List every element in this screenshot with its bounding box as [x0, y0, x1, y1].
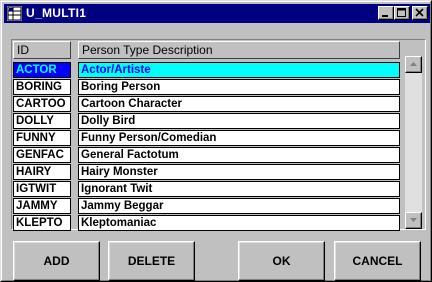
cell-id[interactable]: IGTWIT — [13, 181, 71, 197]
button-bar: ADD DELETE OK CANCEL — [4, 236, 430, 281]
cell-id[interactable]: GENFAC — [13, 147, 71, 163]
close-icon — [415, 8, 424, 17]
cell-description[interactable]: Hairy Monster — [78, 164, 400, 180]
cancel-button[interactable]: CANCEL — [334, 241, 421, 281]
column-header-description[interactable]: Person Type Description — [78, 41, 400, 59]
maximize-icon — [397, 8, 406, 17]
dialog-window: U_MULTI1 ID Person Type Description ACTO… — [0, 0, 432, 282]
delete-button[interactable]: DELETE — [108, 241, 195, 281]
cell-description[interactable]: Cartoon Character — [78, 96, 400, 112]
arrow-down-icon — [410, 218, 417, 222]
scroll-up-button[interactable] — [405, 56, 422, 73]
cell-id[interactable]: DOLLY — [13, 113, 71, 129]
cell-description[interactable]: General Factotum — [78, 147, 400, 163]
cell-id[interactable]: BORING — [13, 79, 71, 95]
cell-id[interactable]: KLEPTO — [13, 215, 71, 231]
cell-id[interactable]: CARTOO — [13, 96, 71, 112]
dialog-frame: U_MULTI1 ID Person Type Description ACTO… — [1, 1, 431, 281]
cell-description[interactable]: Boring Person — [78, 79, 400, 95]
close-button[interactable] — [412, 6, 428, 20]
minimize-button[interactable] — [378, 6, 394, 20]
add-button[interactable]: ADD — [13, 241, 100, 281]
window-title: U_MULTI1 — [26, 6, 87, 20]
cell-description[interactable]: Ignorant Twit — [78, 181, 400, 197]
title-bar[interactable]: U_MULTI1 — [4, 4, 430, 23]
column-header-id[interactable]: ID — [13, 41, 71, 59]
cell-description[interactable]: Kleptomaniac — [78, 215, 400, 231]
app-grid-icon — [7, 6, 22, 21]
person-type-grid: ID Person Type Description ACTOR Actor/A… — [11, 39, 426, 231]
cell-id[interactable]: HAIRY — [13, 164, 71, 180]
cell-description[interactable]: Actor/Artiste — [78, 62, 400, 78]
cell-description[interactable]: Funny Person/Comedian — [78, 130, 400, 146]
cell-id[interactable]: ACTOR — [13, 62, 71, 78]
cell-description[interactable]: Jammy Beggar — [78, 198, 400, 214]
scroll-down-button[interactable] — [405, 212, 422, 229]
grid-rows: ACTOR Actor/Artiste BORING Boring Person… — [13, 62, 401, 231]
vertical-scrollbar[interactable] — [405, 56, 422, 229]
ok-button[interactable]: OK — [238, 241, 325, 281]
minimize-icon — [382, 15, 388, 17]
maximize-button[interactable] — [394, 6, 410, 20]
arrow-up-icon — [410, 62, 417, 66]
cell-id[interactable]: JAMMY — [13, 198, 71, 214]
cell-description[interactable]: Dolly Bird — [78, 113, 400, 129]
cell-id[interactable]: FUNNY — [13, 130, 71, 146]
